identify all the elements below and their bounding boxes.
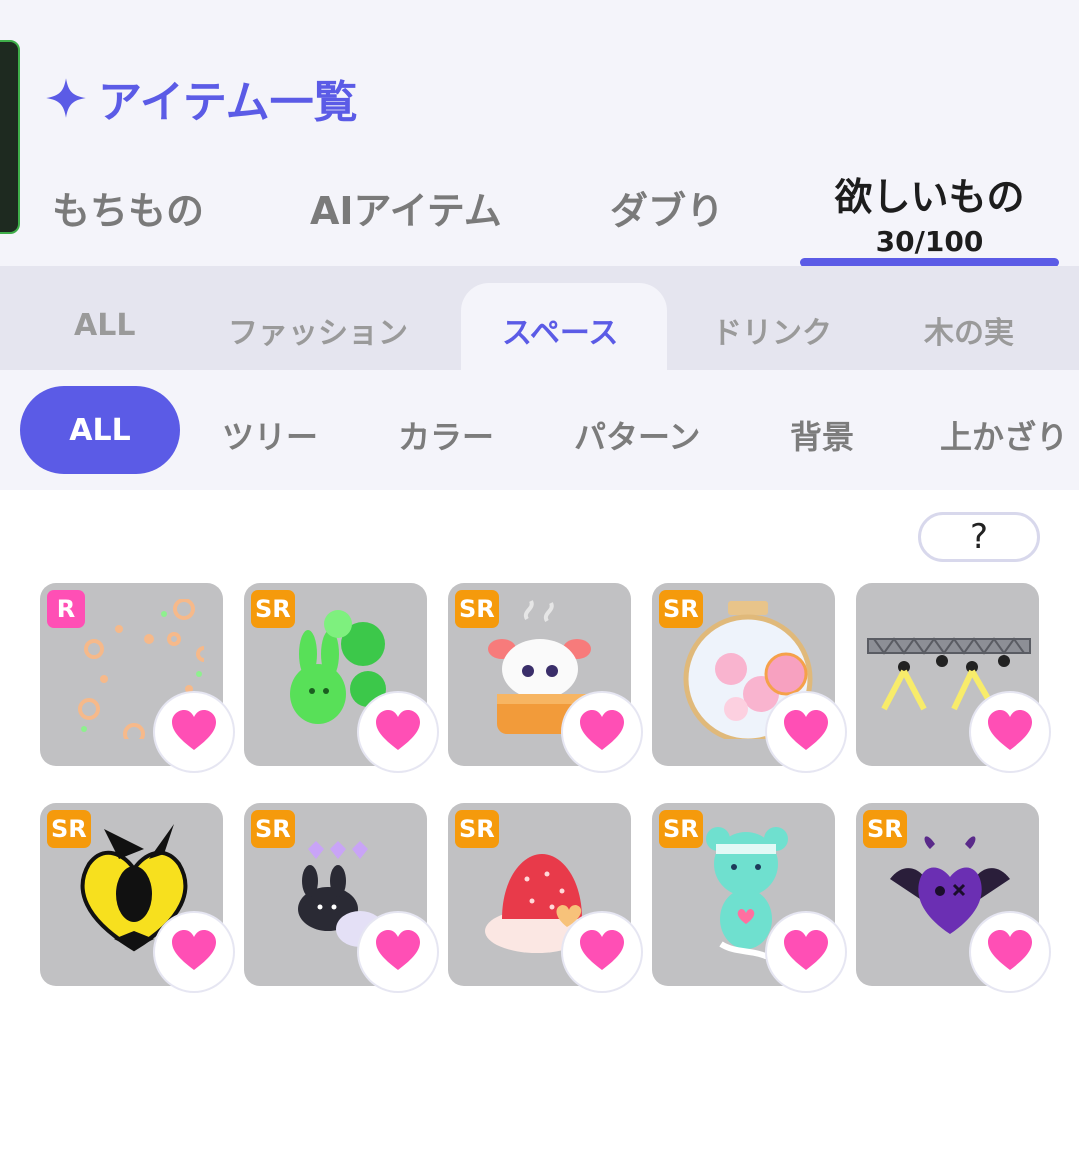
category-drink[interactable]: ドリンク	[712, 308, 832, 352]
subcategory-top-decoration[interactable]: 上かざり	[940, 412, 1068, 458]
favorite-button[interactable]	[359, 693, 437, 771]
category-all[interactable]: ALL	[74, 308, 135, 343]
heart-icon	[172, 710, 216, 750]
side-drawer-handle[interactable]	[0, 40, 20, 234]
heart-icon	[988, 930, 1032, 970]
favorite-button[interactable]	[971, 913, 1049, 991]
tab-wishlist-label: 欲しいもの	[834, 175, 1025, 219]
subcategory-tree[interactable]: ツリー	[222, 412, 318, 458]
favorite-button[interactable]	[563, 913, 641, 991]
heart-icon	[580, 710, 624, 750]
item-card[interactable]: SR	[856, 803, 1049, 991]
help-button[interactable]: ?	[918, 512, 1040, 562]
category-space[interactable]: スペース	[502, 308, 618, 352]
subcategory-background[interactable]: 背景	[790, 412, 854, 458]
subcategory-pattern[interactable]: パターン	[574, 412, 700, 458]
tab-ai-items[interactable]: AIアイテム	[310, 180, 502, 235]
heart-icon	[988, 710, 1032, 750]
item-card[interactable]: R	[40, 583, 233, 771]
tab-duplicates[interactable]: ダブり	[610, 180, 724, 235]
favorite-button[interactable]	[767, 913, 845, 991]
item-card[interactable]: SR	[652, 583, 845, 771]
wishlist-count: 30/100	[875, 225, 984, 258]
favorite-button[interactable]	[359, 913, 437, 991]
heart-icon	[172, 930, 216, 970]
item-card[interactable]: SR	[40, 803, 233, 991]
item-card[interactable]: SR	[652, 803, 845, 991]
favorite-button[interactable]	[971, 693, 1049, 771]
heart-icon	[376, 930, 420, 970]
favorite-button[interactable]	[155, 913, 233, 991]
heart-icon	[580, 930, 624, 970]
tab-wishlist[interactable]: 欲しいもの 30/100	[800, 166, 1059, 258]
sparkle-icon	[46, 78, 86, 118]
tab-mochimono[interactable]: もちもの	[52, 180, 204, 235]
favorite-button[interactable]	[563, 693, 641, 771]
heart-icon	[784, 710, 828, 750]
heart-icon	[784, 930, 828, 970]
item-card[interactable]: SR	[244, 583, 437, 771]
favorite-button[interactable]	[767, 693, 845, 771]
category-nuts[interactable]: 木の実	[924, 308, 1014, 352]
item-card[interactable]: SR	[448, 803, 641, 991]
category-fashion[interactable]: ファッション	[228, 308, 408, 352]
favorite-button[interactable]	[155, 693, 233, 771]
subcategory-color[interactable]: カラー	[398, 412, 494, 458]
item-card[interactable]	[856, 583, 1049, 771]
page-title: アイテム一覧	[44, 68, 358, 128]
subcategory-all[interactable]: ALL	[20, 386, 180, 474]
heart-icon	[376, 710, 420, 750]
item-card[interactable]: SR	[448, 583, 641, 771]
item-card[interactable]: SR	[244, 803, 437, 991]
page-title-text: アイテム一覧	[98, 77, 358, 128]
